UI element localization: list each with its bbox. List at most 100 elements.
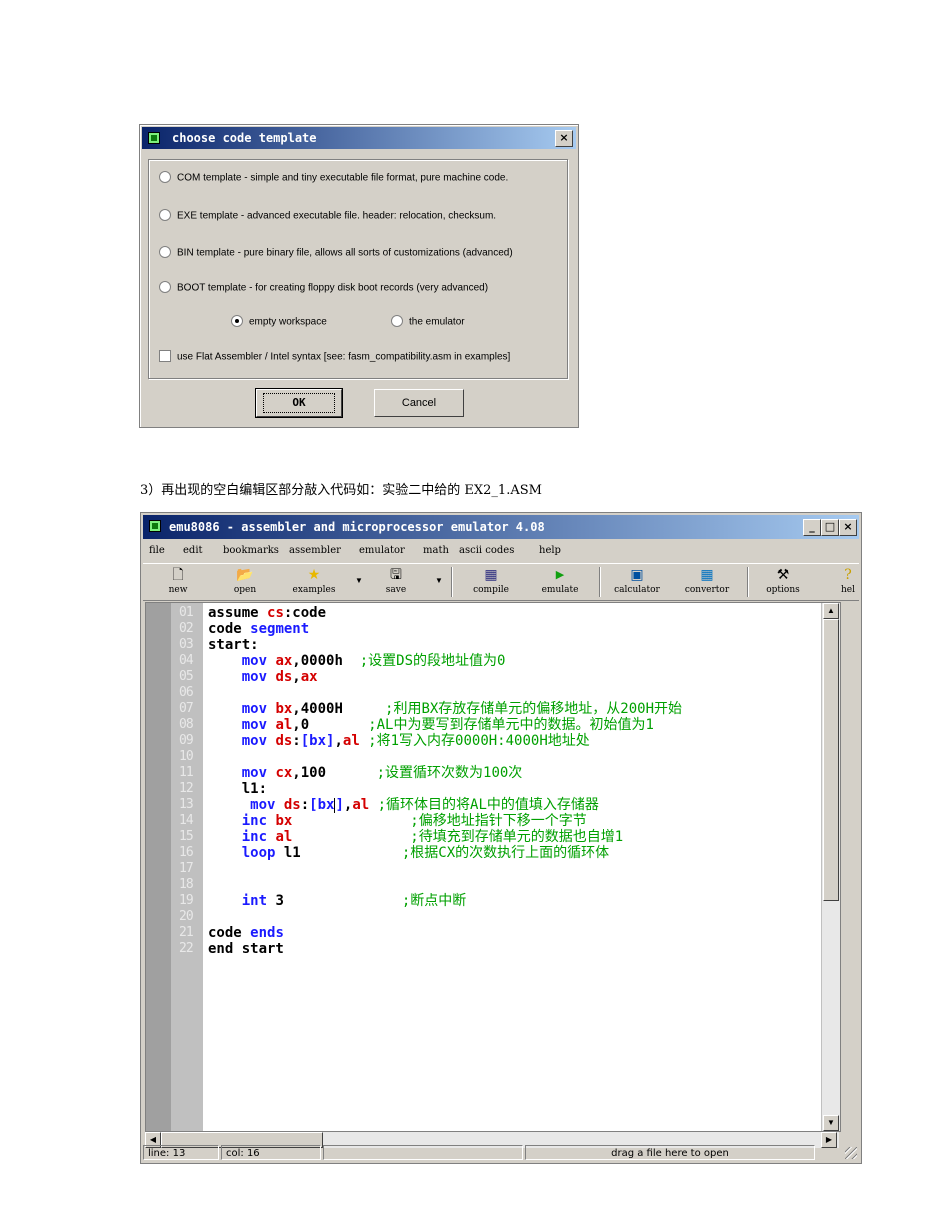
breakpoint-margin[interactable] [146, 603, 171, 1131]
line-number: 03 [179, 637, 194, 652]
status-empty-cell [323, 1145, 523, 1160]
empty-workspace-radio[interactable] [231, 315, 243, 327]
scroll-up-icon[interactable]: ▲ [823, 603, 839, 619]
exe-template-option[interactable]: EXE template - advanced executable file.… [159, 209, 496, 222]
status-col: col: 16 [221, 1145, 321, 1160]
menu-emulator[interactable]: emulator [359, 545, 405, 556]
app-icon [148, 132, 160, 144]
app-icon [149, 520, 161, 532]
the-emulator-radio[interactable] [391, 315, 403, 327]
line-number: 19 [179, 893, 194, 908]
line-number: 07 [179, 701, 194, 716]
menu-bookmarks[interactable]: bookmarks [223, 545, 279, 556]
star-icon: ★ [307, 567, 321, 583]
template-options-group: COM template - simple and tiny executabl… [148, 159, 568, 379]
vertical-scroll-thumb[interactable] [823, 619, 839, 901]
resize-grip-icon[interactable] [845, 1147, 857, 1159]
line-number: 05 [179, 669, 194, 684]
line-number: 06 [179, 685, 194, 700]
examples-dropdown-icon[interactable]: ▼ [355, 576, 363, 585]
code-line-21: code ends [208, 925, 284, 941]
line-number: 04 [179, 653, 194, 668]
code-editor[interactable]: 01 02 03 04 05 06 07 08 09 10 11 12 13 1… [145, 602, 841, 1132]
line-number: 02 [179, 621, 194, 636]
empty-workspace-option[interactable]: empty workspace [231, 315, 327, 328]
line-number: 12 [179, 781, 194, 796]
bin-template-radio[interactable] [159, 246, 171, 258]
code-line-14: inc bx ;偏移地址指针下移一个字节 [208, 813, 587, 829]
line-number: 22 [179, 941, 194, 956]
code-line-02: code segment [208, 621, 310, 637]
line-number: 18 [179, 877, 194, 892]
menu-ascii-codes[interactable]: ascii codes [459, 545, 514, 556]
new-button[interactable]: 🗋 new [163, 566, 193, 596]
line-number: 09 [179, 733, 194, 748]
menu-file[interactable]: file [149, 545, 165, 556]
dialog-title: choose code template [172, 131, 317, 145]
tools-icon: ⚒ [776, 567, 790, 583]
maximize-button[interactable]: □ [821, 519, 839, 536]
instruction-caption: 3）再出现的空白编辑区部分敲入代码如：实验二中给的 EX2_1.ASM [140, 483, 542, 498]
code-line-16: loop l1 ;根据CX的次数执行上面的循环体 [208, 845, 610, 861]
dialog-close-button[interactable]: × [555, 130, 573, 147]
vertical-scrollbar[interactable]: ▲ ▼ [821, 603, 840, 1131]
compile-icon: ▦ [484, 567, 498, 583]
the-emulator-option[interactable]: the emulator [391, 315, 465, 328]
com-template-radio[interactable] [159, 171, 171, 183]
bin-template-option[interactable]: BIN template - pure binary file, allows … [159, 246, 513, 259]
save-dropdown-icon[interactable]: ▼ [435, 576, 443, 585]
convertor-icon: ▦ [700, 567, 714, 583]
options-button[interactable]: ⚒ options [759, 566, 807, 596]
examples-button[interactable]: ★ examples [287, 566, 341, 596]
convertor-button[interactable]: ▦ convertor [677, 566, 737, 596]
code-line-12: l1: [208, 781, 268, 797]
status-line: line: 13 [143, 1145, 219, 1160]
line-number: 20 [179, 909, 194, 924]
code-line-04: mov ax,0000h ;设置DS的段地址值为0 [208, 653, 506, 669]
code-line-03: start: [208, 637, 259, 653]
com-template-option[interactable]: COM template - simple and tiny executabl… [159, 171, 508, 184]
choose-code-template-dialog: choose code template × COM template - si… [139, 124, 579, 428]
dialog-title-bar[interactable]: choose code template × [142, 127, 576, 149]
flat-assembler-option[interactable]: use Flat Assembler / Intel syntax [see: … [159, 350, 510, 363]
line-number: 21 [179, 925, 194, 940]
open-button[interactable]: 📂 open [227, 566, 263, 596]
code-line-08: mov al,0 ;AL中为要写到存储单元中的数据。初始值为1 [208, 717, 654, 733]
floppy-disk-icon: 🖫 [390, 567, 402, 583]
help-button[interactable]: ? hel [837, 566, 859, 596]
flat-assembler-checkbox[interactable] [159, 350, 171, 362]
cancel-button[interactable]: Cancel [374, 389, 464, 417]
toolbar-separator [747, 567, 748, 597]
window-title: emu8086 - assembler and microprocessor e… [169, 520, 545, 534]
help-icon: ? [844, 567, 852, 583]
emu8086-window: emu8086 - assembler and microprocessor e… [140, 512, 862, 1164]
save-button[interactable]: 🖫 save [381, 566, 411, 596]
code-line-05: mov ds,ax [208, 669, 318, 685]
menu-help[interactable]: help [539, 545, 561, 556]
boot-template-option[interactable]: BOOT template - for creating floppy disk… [159, 281, 488, 294]
line-number: 08 [179, 717, 194, 732]
menu-assembler[interactable]: assembler [289, 545, 341, 556]
calculator-button[interactable]: ▣ calculator [605, 566, 669, 596]
boot-template-radio[interactable] [159, 281, 171, 293]
toolbar-separator [451, 567, 452, 597]
exe-template-radio[interactable] [159, 209, 171, 221]
menu-edit[interactable]: edit [183, 545, 203, 556]
code-line-15: inc al ;待填充到存储单元的数据也自增1 [208, 829, 624, 845]
close-button[interactable]: × [839, 519, 857, 536]
calculator-icon: ▣ [630, 567, 644, 583]
menu-bar: file edit bookmarks assembler emulator m… [143, 542, 859, 560]
line-number: 15 [179, 829, 194, 844]
window-title-bar[interactable]: emu8086 - assembler and microprocessor e… [143, 515, 859, 539]
line-number: 10 [179, 749, 194, 764]
status-hint: drag a file here to open [525, 1145, 815, 1160]
compile-button[interactable]: ▦ compile [467, 566, 515, 596]
emulate-button[interactable]: ▶ emulate [537, 566, 583, 596]
folder-open-icon: 📂 [236, 567, 254, 583]
toolbar-separator [599, 567, 600, 597]
play-icon: ▶ [555, 568, 565, 581]
minimize-button[interactable]: _ [803, 519, 821, 536]
menu-math[interactable]: math [423, 545, 449, 556]
scroll-down-icon[interactable]: ▼ [823, 1115, 839, 1131]
ok-button[interactable]: OK [255, 388, 343, 418]
